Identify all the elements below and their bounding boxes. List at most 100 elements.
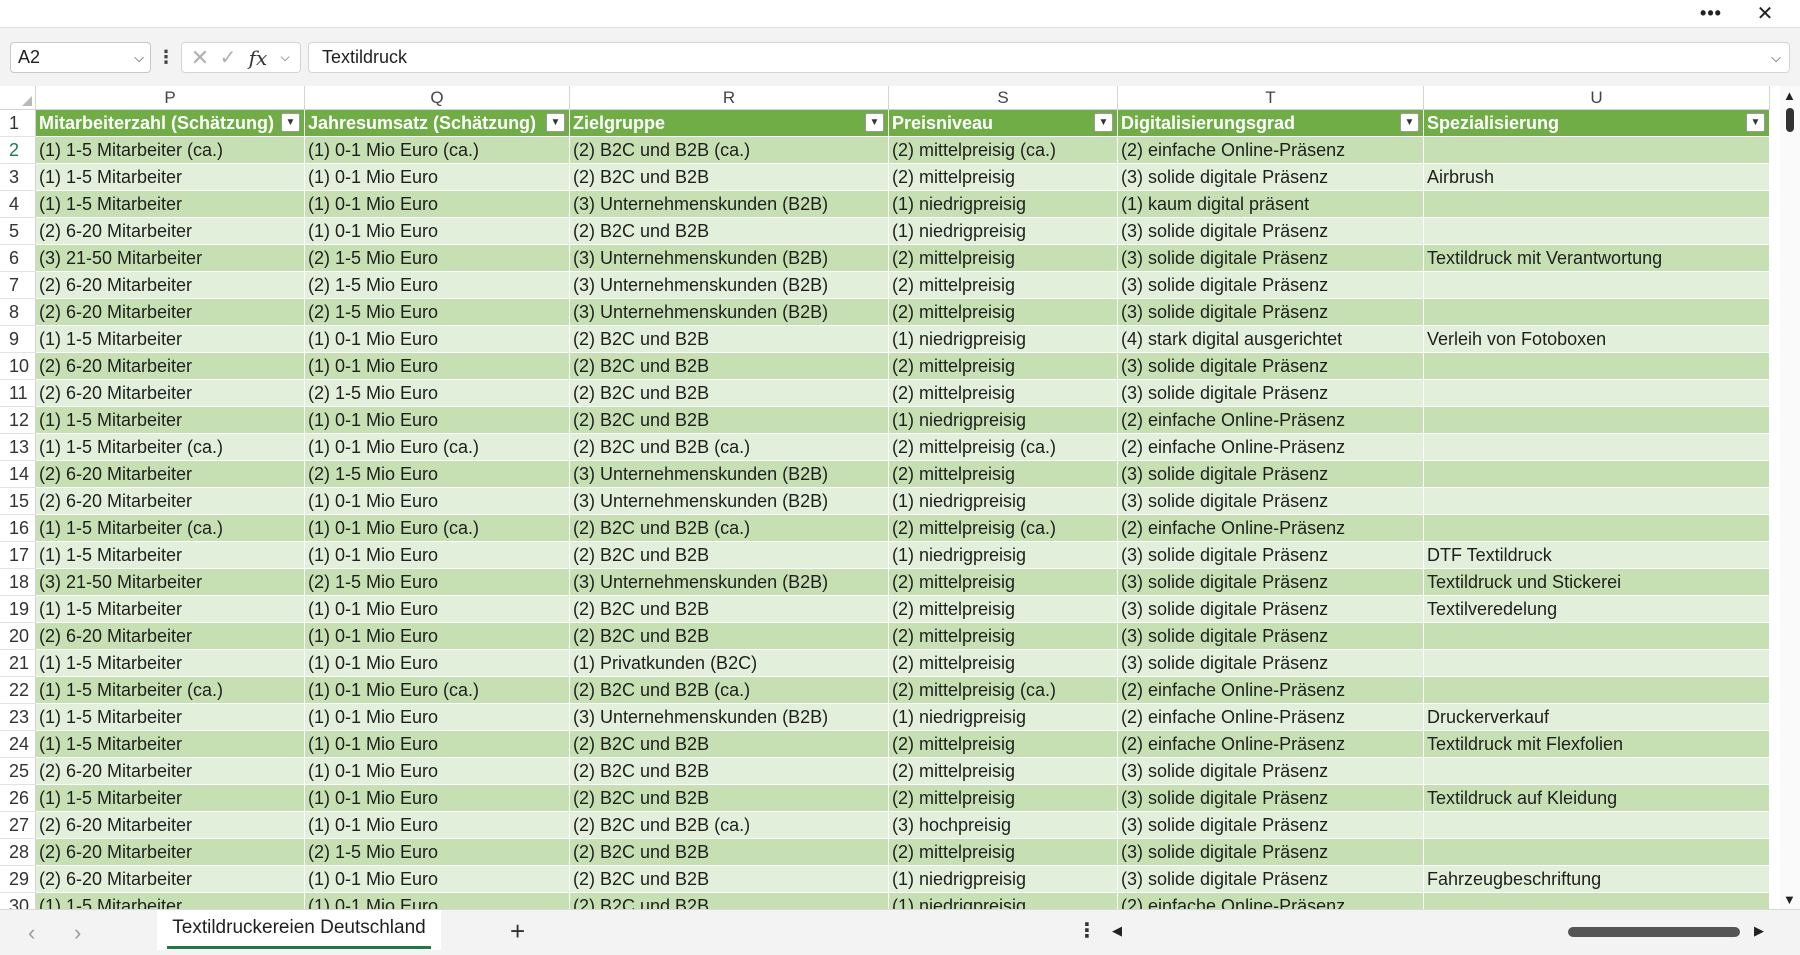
table-cell[interactable]: (1) niedrigpreisig — [889, 866, 1118, 893]
table-cell[interactable]: (2) 6-20 Mitarbeiter — [36, 812, 305, 839]
table-cell[interactable]: (2) 1-5 Mio Euro — [305, 569, 570, 596]
table-cell[interactable]: (1) niedrigpreisig — [889, 326, 1118, 353]
column-header-r[interactable]: R — [570, 86, 889, 110]
table-cell[interactable]: (1) 1-5 Mitarbeiter — [36, 326, 305, 353]
row-number[interactable]: 22 — [0, 677, 36, 704]
table-cell[interactable]: (3) solide digitale Präsenz — [1118, 353, 1424, 380]
vertical-dots-icon[interactable]: ⋮ — [157, 42, 175, 73]
table-cell[interactable]: (1) 0-1 Mio Euro — [305, 758, 570, 785]
column-header-t[interactable]: T — [1118, 86, 1424, 110]
table-cell[interactable]: (2) einfache Online-Präsenz — [1118, 137, 1424, 164]
chevron-down-icon[interactable]: ⌵ — [274, 43, 296, 72]
filter-dropdown-icon[interactable]: ▼ — [281, 113, 300, 132]
table-cell[interactable]: (3) Unternehmenskunden (B2B) — [570, 704, 889, 731]
add-sheet-icon[interactable]: + — [510, 916, 525, 947]
chevron-left-icon[interactable]: ‹ — [28, 920, 35, 946]
table-cell[interactable]: (2) mittelpreisig — [889, 272, 1118, 299]
table-cell[interactable]: (3) Unternehmenskunden (B2B) — [570, 299, 889, 326]
table-cell[interactable] — [1424, 623, 1770, 650]
table-cell[interactable]: (1) 1-5 Mitarbeiter — [36, 542, 305, 569]
table-cell[interactable]: (2) einfache Online-Präsenz — [1118, 731, 1424, 758]
table-cell[interactable]: (2) B2C und B2B (ca.) — [570, 434, 889, 461]
check-icon[interactable]: ✓ — [216, 43, 240, 72]
table-cell[interactable] — [1424, 461, 1770, 488]
table-cell[interactable]: (1) niedrigpreisig — [889, 407, 1118, 434]
column-header-p[interactable]: P — [36, 86, 305, 110]
table-cell[interactable]: (2) einfache Online-Präsenz — [1118, 704, 1424, 731]
table-cell[interactable]: (1) 0-1 Mio Euro (ca.) — [305, 515, 570, 542]
table-cell[interactable]: (3) solide digitale Präsenz — [1118, 650, 1424, 677]
table-cell[interactable]: (2) 1-5 Mio Euro — [305, 461, 570, 488]
table-cell[interactable]: (2) B2C und B2B — [570, 839, 889, 866]
table-cell[interactable]: (1) 1-5 Mitarbeiter — [36, 731, 305, 758]
row-number[interactable]: 6 — [0, 245, 36, 272]
formula-input[interactable]: Textildruck ⌵ — [308, 42, 1790, 73]
column-header-u[interactable]: U — [1424, 86, 1770, 110]
name-box[interactable]: A2 ⌵ — [10, 42, 151, 73]
table-cell[interactable]: (3) solide digitale Präsenz — [1118, 488, 1424, 515]
row-number[interactable]: 15 — [0, 488, 36, 515]
table-cell[interactable]: (3) solide digitale Präsenz — [1118, 866, 1424, 893]
table-cell[interactable]: (1) 0-1 Mio Euro — [305, 785, 570, 812]
table-cell[interactable] — [1424, 380, 1770, 407]
row-number[interactable]: 27 — [0, 812, 36, 839]
table-cell[interactable]: (1) 0-1 Mio Euro — [305, 866, 570, 893]
table-cell[interactable]: (2) B2C und B2B — [570, 893, 889, 909]
table-cell[interactable]: (1) niedrigpreisig — [889, 218, 1118, 245]
table-cell[interactable]: (3) solide digitale Präsenz — [1118, 758, 1424, 785]
filter-dropdown-icon[interactable]: ▼ — [865, 113, 884, 132]
table-cell[interactable]: (1) kaum digital präsent — [1118, 191, 1424, 218]
row-number[interactable]: 26 — [0, 785, 36, 812]
table-cell[interactable]: (1) niedrigpreisig — [889, 893, 1118, 909]
chevron-down-icon[interactable]: ⌵ — [134, 43, 144, 72]
table-cell[interactable]: (3) solide digitale Präsenz — [1118, 218, 1424, 245]
table-cell[interactable]: (1) 0-1 Mio Euro — [305, 353, 570, 380]
table-cell[interactable]: (1) niedrigpreisig — [889, 542, 1118, 569]
filter-dropdown-icon[interactable]: ▼ — [1094, 113, 1113, 132]
table-cell[interactable] — [1424, 434, 1770, 461]
table-cell[interactable]: (3) solide digitale Präsenz — [1118, 839, 1424, 866]
table-cell[interactable]: (1) 1-5 Mitarbeiter — [36, 164, 305, 191]
row-number[interactable]: 10 — [0, 353, 36, 380]
table-cell[interactable]: (2) B2C und B2B — [570, 326, 889, 353]
table-cell[interactable]: (1) 0-1 Mio Euro — [305, 191, 570, 218]
table-cell[interactable]: (2) B2C und B2B — [570, 542, 889, 569]
table-cell[interactable]: (2) mittelpreisig — [889, 353, 1118, 380]
row-number[interactable]: 24 — [0, 731, 36, 758]
expand-formula-bar-icon[interactable]: ⌵ — [1771, 43, 1781, 72]
table-cell[interactable]: (1) Privatkunden (B2C) — [570, 650, 889, 677]
row-number[interactable]: 9 — [0, 326, 36, 353]
table-cell[interactable]: (3) solide digitale Präsenz — [1118, 812, 1424, 839]
table-cell[interactable]: (3) Unternehmenskunden (B2B) — [570, 191, 889, 218]
table-cell[interactable]: (2) B2C und B2B — [570, 218, 889, 245]
table-cell[interactable]: (2) 1-5 Mio Euro — [305, 380, 570, 407]
table-cell[interactable]: Airbrush — [1424, 164, 1770, 191]
table-cell[interactable]: (1) 0-1 Mio Euro — [305, 704, 570, 731]
chevron-right-icon[interactable]: › — [74, 920, 81, 946]
row-number[interactable]: 13 — [0, 434, 36, 461]
table-cell[interactable]: (3) Unternehmenskunden (B2B) — [570, 272, 889, 299]
table-cell[interactable]: (2) mittelpreisig — [889, 731, 1118, 758]
table-cell[interactable]: (1) 1-5 Mitarbeiter — [36, 650, 305, 677]
table-cell[interactable]: (2) mittelpreisig — [889, 650, 1118, 677]
table-cell[interactable]: (3) 21-50 Mitarbeiter — [36, 569, 305, 596]
table-cell[interactable]: (2) 1-5 Mio Euro — [305, 839, 570, 866]
vertical-dots-icon[interactable]: ⋮ — [1077, 918, 1097, 943]
row-number[interactable]: 8 — [0, 299, 36, 326]
table-cell[interactable]: (2) B2C und B2B (ca.) — [570, 515, 889, 542]
table-cell[interactable] — [1424, 812, 1770, 839]
vertical-scroll-thumb[interactable] — [1786, 108, 1794, 132]
row-number[interactable]: 23 — [0, 704, 36, 731]
table-cell[interactable]: (3) Unternehmenskunden (B2B) — [570, 245, 889, 272]
table-cell[interactable]: (1) 1-5 Mitarbeiter — [36, 893, 305, 909]
table-cell[interactable]: (3) hochpreisig — [889, 812, 1118, 839]
vertical-scrollbar[interactable]: ▲ ▼ — [1780, 86, 1800, 909]
insert-function-icon[interactable]: fx — [244, 43, 272, 72]
row-number[interactable]: 7 — [0, 272, 36, 299]
table-cell[interactable]: Verleih von Fotoboxen — [1424, 326, 1770, 353]
table-cell[interactable]: (1) 0-1 Mio Euro — [305, 326, 570, 353]
table-cell[interactable]: (2) 6-20 Mitarbeiter — [36, 353, 305, 380]
table-cell[interactable] — [1424, 353, 1770, 380]
table-cell[interactable]: (3) solide digitale Präsenz — [1118, 272, 1424, 299]
row-number[interactable]: 5 — [0, 218, 36, 245]
